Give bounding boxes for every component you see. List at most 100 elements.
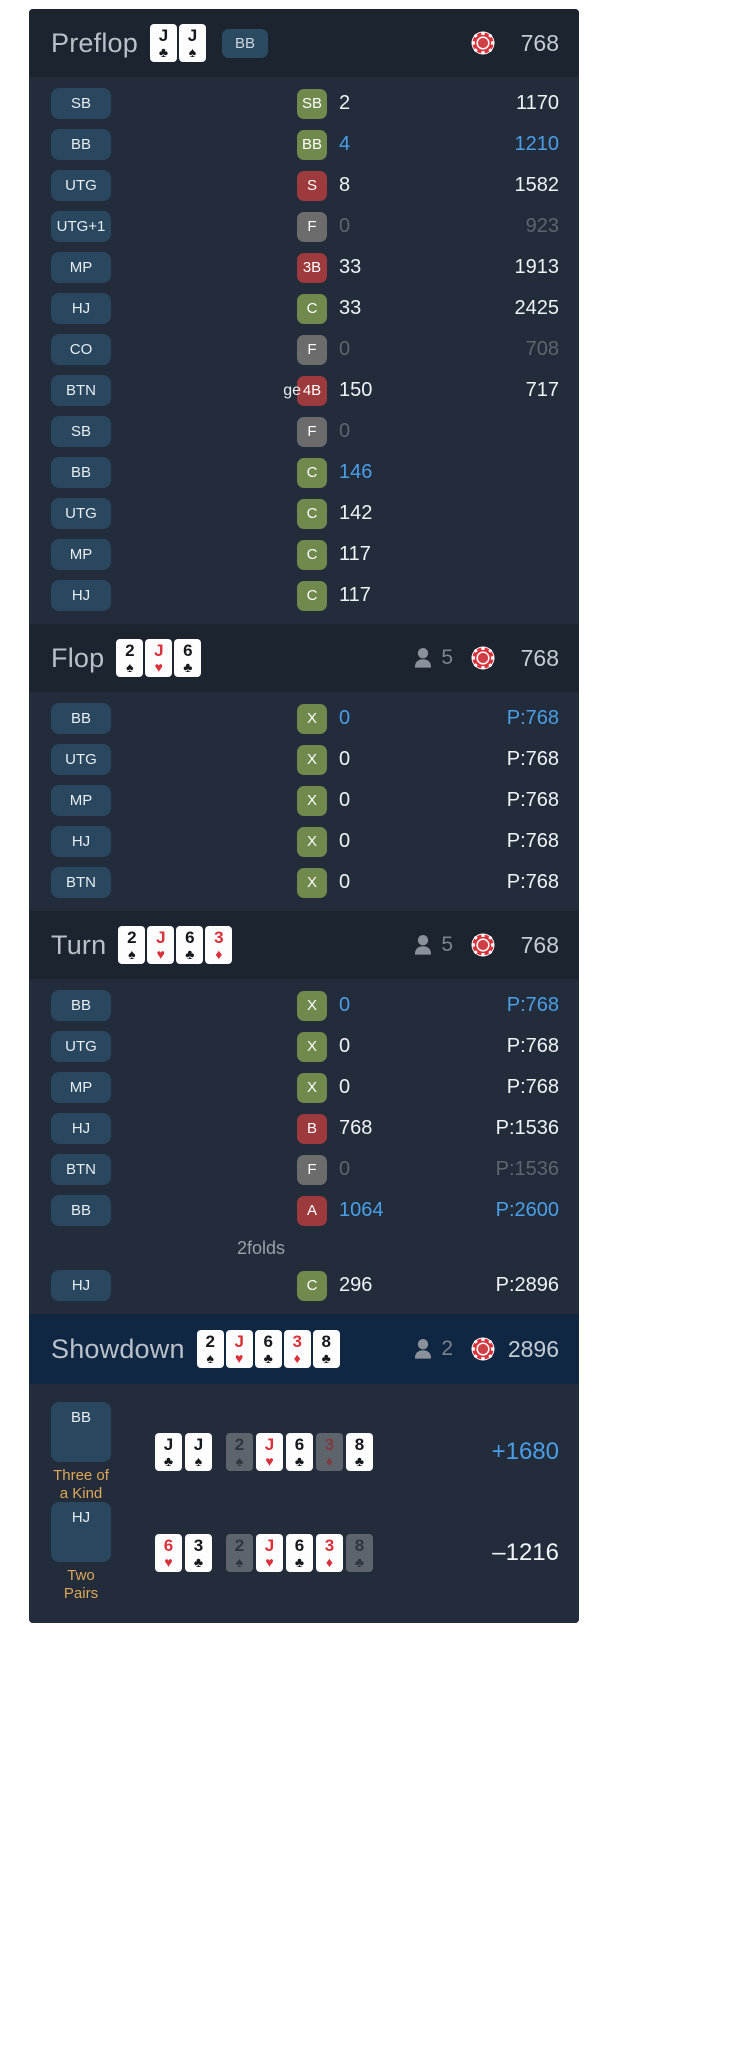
action-amount: 0 bbox=[339, 1158, 351, 1180]
action-row: HJ X 0 P:768 bbox=[29, 821, 579, 862]
position-tag-hj: HJ bbox=[51, 1113, 111, 1144]
card-suit-black: ♠ bbox=[235, 1453, 244, 1470]
card-rank: 3 bbox=[324, 1535, 335, 1555]
playing-card-turn-0: 2 ♠ bbox=[118, 926, 146, 964]
card-rank: J bbox=[187, 26, 198, 45]
position-tag-bb: BB bbox=[51, 703, 111, 734]
stack-value: P:1536 bbox=[495, 1117, 559, 1139]
action-row: BB BB 4 1210 bbox=[29, 124, 579, 165]
folds-summary: 2folds bbox=[29, 1231, 579, 1265]
card-rank: 8 bbox=[321, 1332, 331, 1351]
stack-value: P:2600 bbox=[495, 1199, 559, 1221]
action-amount: 1064 bbox=[339, 1199, 384, 1221]
card-rank: 6 bbox=[163, 1535, 174, 1555]
action-cell: A 1064 bbox=[111, 1195, 481, 1226]
street-header-preflop: Preflop J ♣ J ♠ BB 768 bbox=[29, 9, 579, 77]
playing-card-board-0: 2 ♠ bbox=[226, 1533, 253, 1572]
poker-chip-icon bbox=[471, 1337, 495, 1361]
action-amount: 0 bbox=[339, 871, 351, 893]
card-suit-red: ♥ bbox=[164, 1553, 173, 1570]
card-rank: 2 bbox=[125, 641, 135, 660]
card-rank: 3 bbox=[292, 1332, 302, 1351]
hand-rank-label: Three of a Kind bbox=[53, 1467, 109, 1502]
pot-amount: 768 bbox=[520, 931, 559, 958]
street-header-right: 5 768 bbox=[413, 932, 559, 959]
stack-value: 708 bbox=[525, 338, 559, 360]
card-suit-red: ♥ bbox=[265, 1553, 274, 1570]
street-title: Flop bbox=[51, 642, 105, 673]
playing-card-hole-1: 3 ♣ bbox=[185, 1533, 212, 1572]
card-rank: J bbox=[193, 1435, 204, 1455]
action-tag-b: B bbox=[297, 1113, 327, 1144]
street-title: Preflop bbox=[51, 27, 138, 58]
action-amount: 150 bbox=[339, 379, 373, 401]
position-tag-hj: HJ bbox=[51, 1270, 111, 1301]
hero-position-tag[interactable]: BB bbox=[221, 28, 268, 58]
action-amount: 33 bbox=[339, 297, 362, 319]
playing-card-board-2: 6 ♣ bbox=[286, 1433, 313, 1472]
card-suit-black: ♠ bbox=[188, 44, 197, 60]
street-body-preflop: SB SB 2 1170 BB BB 4 1210 UTG S 8 1582 UTG+1 F 0 923 MP 3… bbox=[29, 77, 579, 624]
action-amount: 0 bbox=[339, 748, 351, 770]
action-tag-s: S bbox=[297, 170, 327, 201]
action-note: ge bbox=[283, 381, 301, 399]
stack-value: P:1536 bbox=[495, 1158, 559, 1180]
action-row: HJ B 768 P:1536 bbox=[29, 1108, 579, 1149]
position-tag-sb: SB bbox=[51, 416, 111, 447]
card-suit-red: ♦ bbox=[215, 946, 223, 962]
playing-card-showdown-0: 2 ♠ bbox=[196, 1330, 224, 1368]
action-tag-x: X bbox=[297, 744, 327, 775]
position-tag-btn: BTN bbox=[51, 867, 111, 898]
playing-card-showdown-1: J ♥ bbox=[225, 1330, 253, 1368]
position-tag-utg: UTG bbox=[51, 498, 111, 529]
poker-chip-icon bbox=[471, 933, 495, 957]
action-amount: 296 bbox=[339, 1274, 373, 1296]
action-tag-f: F bbox=[297, 334, 327, 365]
card-suit-black: ♣ bbox=[294, 1453, 305, 1470]
playing-card-board-1: J ♥ bbox=[256, 1433, 283, 1472]
card-rank: J bbox=[156, 928, 166, 947]
street-title: Showdown bbox=[51, 1333, 185, 1364]
players-remaining: 2 bbox=[413, 1337, 453, 1361]
pot-display: 768 bbox=[471, 645, 559, 672]
action-row: HJ C 117 bbox=[29, 575, 579, 616]
action-tag-x: X bbox=[297, 785, 327, 816]
card-suit-black: ♣ bbox=[185, 946, 195, 962]
players-count: 2 bbox=[441, 1337, 453, 1360]
action-amount: 2 bbox=[339, 92, 351, 114]
action-row: MP X 0 P:768 bbox=[29, 1067, 579, 1108]
action-row: UTG X 0 P:768 bbox=[29, 739, 579, 780]
action-tag-x: X bbox=[297, 826, 327, 857]
players-remaining: 5 bbox=[413, 933, 453, 957]
card-suit-black: ♣ bbox=[183, 659, 193, 675]
showdown-results: BB Three of a Kind J ♣ J ♠ 2 ♠ J ♥ 6 ♣ 3 ♦ 8 ♣ +1680 HJ Tw… bbox=[29, 1384, 579, 1623]
action-row: BB C 146 bbox=[29, 452, 579, 493]
result-cards: J ♣ J ♠ 2 ♠ J ♥ 6 ♣ 3 ♦ 8 ♣ bbox=[155, 1433, 373, 1472]
card-rank: 6 bbox=[263, 1332, 273, 1351]
card-suit-red: ♥ bbox=[156, 946, 165, 962]
position-tag-hj: HJ bbox=[51, 826, 111, 857]
playing-card-showdown-3: 3 ♦ bbox=[283, 1330, 311, 1368]
action-tag-a: A bbox=[297, 1195, 327, 1226]
playing-card-turn-3: 3 ♦ bbox=[205, 926, 233, 964]
result-cards: 6 ♥ 3 ♣ 2 ♠ J ♥ 6 ♣ 3 ♦ 8 ♣ bbox=[155, 1533, 373, 1572]
action-row: BTN ge 4B 150 717 bbox=[29, 370, 579, 411]
stack-value: P:768 bbox=[506, 789, 559, 811]
stack-value: 1170 bbox=[515, 92, 559, 114]
action-cell: F0 bbox=[111, 211, 481, 242]
card-suit-red: ♥ bbox=[235, 1350, 244, 1366]
action-tag-x: X bbox=[297, 867, 327, 898]
stack-value: 717 bbox=[525, 379, 559, 401]
playing-card-showdown-2: 6 ♣ bbox=[254, 1330, 282, 1368]
action-cell: C 33 bbox=[111, 293, 481, 324]
action-amount: 0 bbox=[339, 215, 351, 237]
playing-card-board-3: 3 ♦ bbox=[316, 1433, 343, 1472]
action-tag-c: C bbox=[297, 293, 327, 324]
action-row: MP C 117 bbox=[29, 534, 579, 575]
position-tag-mp: MP bbox=[51, 785, 111, 816]
position-tag-hj: HJ bbox=[51, 293, 111, 324]
action-tag-c: C bbox=[297, 457, 327, 488]
position-tag-mp: MP bbox=[51, 1072, 111, 1103]
playing-card-turn-1: J ♥ bbox=[147, 926, 175, 964]
action-cell: C 117 bbox=[111, 539, 481, 570]
